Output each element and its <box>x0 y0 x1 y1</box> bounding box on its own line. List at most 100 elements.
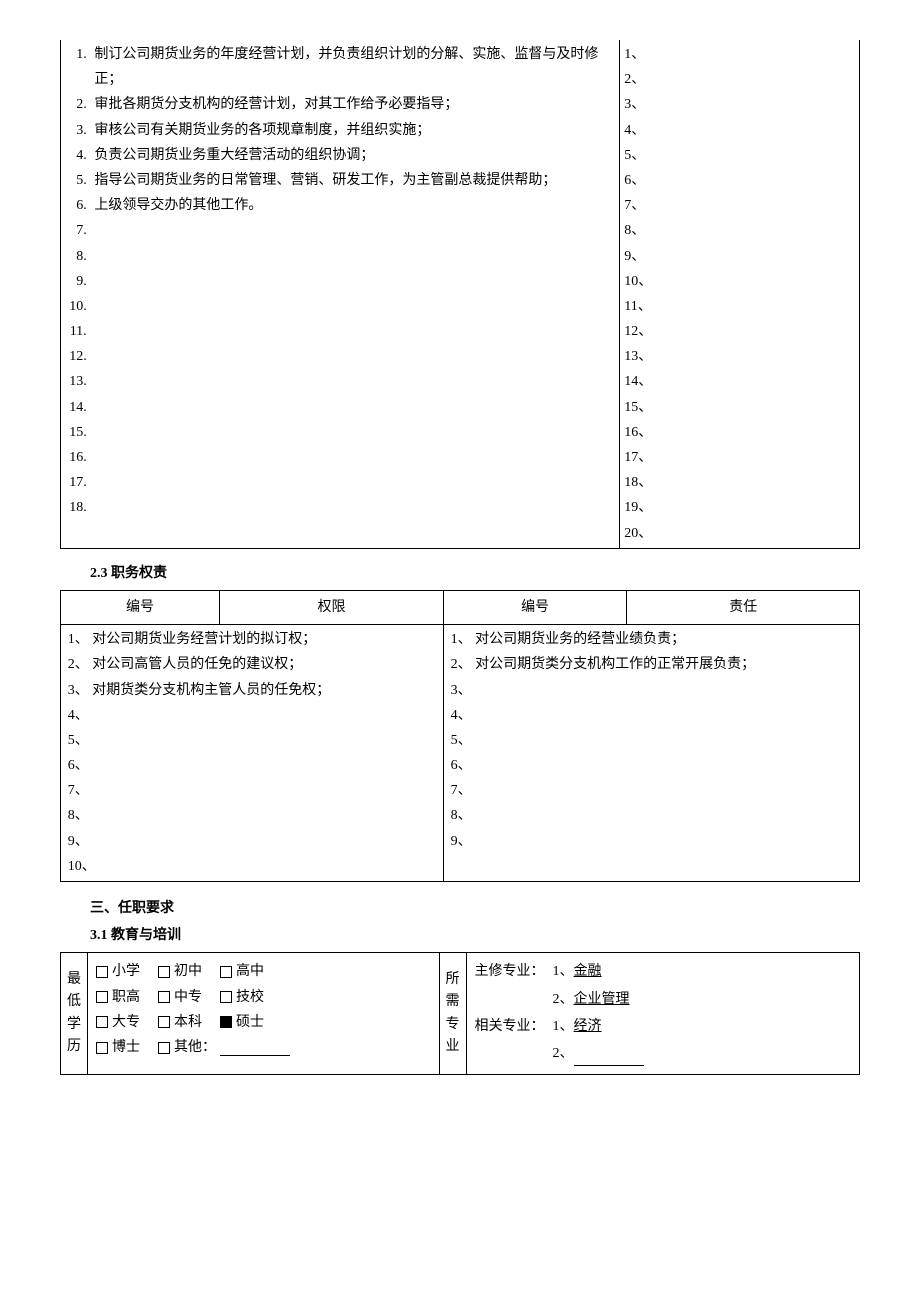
duties-left-item <box>90 218 615 243</box>
section-2-3-title: 2.3 职务权责 <box>90 561 860 586</box>
duties-right-item: 20、 <box>624 521 855 546</box>
duties-left-item <box>90 470 615 495</box>
responsibility-item: 4、 <box>451 703 855 728</box>
duties-left-item: 指导公司期货业务的日常管理、营销、研发工作，为主管副总裁提供帮助； <box>90 168 615 193</box>
checkbox-label: 博士 <box>112 1035 140 1060</box>
responsibility-item: 7、 <box>451 778 855 803</box>
checkbox-label: 本科 <box>174 1010 202 1035</box>
responsibility-item: 3、 <box>451 678 855 703</box>
main-major-2: 2、企业管理 <box>553 987 630 1012</box>
checkbox-label: 职高 <box>112 985 140 1010</box>
responsibility-item: 9、 <box>451 829 855 854</box>
checkbox-icon <box>96 1016 108 1028</box>
duties-left-item <box>90 445 615 470</box>
duties-right-item: 18、 <box>624 470 855 495</box>
responsibility-list: 1、 对公司期货业务的经营业绩负责；2、 对公司期货类分支机构工作的正常开展负责… <box>448 627 855 854</box>
duties-left-item <box>90 319 615 344</box>
duties-left-item: 审批各期货分支机构的经营计划，对其工作给予必要指导； <box>90 92 615 117</box>
duties-right-item: 14、 <box>624 369 855 394</box>
checkbox-label: 小学 <box>112 959 140 984</box>
responsibility-item: 6、 <box>451 753 855 778</box>
other-blank[interactable] <box>220 1039 290 1055</box>
authority-item: 3、 对期货类分支机构主管人员的任免权； <box>68 678 439 703</box>
authority-item: 2、 对公司高管人员的任免的建议权； <box>68 652 439 677</box>
col-header-responsibility: 责任 <box>627 590 860 624</box>
education-checkbox[interactable]: 中专 <box>158 985 202 1010</box>
duties-right-item: 5、 <box>624 143 855 168</box>
col-header-authority: 权限 <box>220 590 444 624</box>
checkbox-icon <box>220 991 232 1003</box>
duties-left-item <box>90 244 615 269</box>
related-major-label: 相关专业： <box>475 1014 545 1039</box>
checkbox-icon <box>158 1042 170 1054</box>
authority-list: 1、 对公司期货业务经营计划的拟订权；2、 对公司高管人员的任免的建议权；3、 … <box>65 627 439 879</box>
checkbox-icon <box>96 1042 108 1054</box>
duties-right-item: 15、 <box>624 395 855 420</box>
checkbox-label: 技校 <box>236 985 264 1010</box>
duties-left-item <box>90 294 615 319</box>
checkbox-icon <box>158 1016 170 1028</box>
duties-left-item <box>90 495 615 520</box>
required-major-label: 所需专业 <box>439 953 466 1075</box>
duties-left-item <box>90 420 615 445</box>
duties-right-item: 2、 <box>624 67 855 92</box>
duties-left-item <box>90 395 615 420</box>
duties-left-item: 制订公司期货业务的年度经营计划，并负责组织计划的分解、实施、监督与及时修正； <box>90 42 615 92</box>
education-checkbox[interactable]: 初中 <box>158 959 202 984</box>
duties-right-item: 13、 <box>624 344 855 369</box>
checkbox-label: 初中 <box>174 959 202 984</box>
related-major-1: 1、经济 <box>553 1014 602 1039</box>
main-major-1: 1、金融 <box>553 959 602 984</box>
checkbox-icon <box>96 991 108 1003</box>
education-checkbox[interactable]: 本科 <box>158 1010 202 1035</box>
education-checkbox[interactable]: 高中 <box>220 959 264 984</box>
duties-left-item <box>90 269 615 294</box>
authority-item: 1、 对公司期货业务经营计划的拟订权； <box>68 627 439 652</box>
checkbox-icon <box>220 966 232 978</box>
authority-item: 8、 <box>68 803 439 828</box>
responsibility-item: 8、 <box>451 803 855 828</box>
duties-right-item: 11、 <box>624 294 855 319</box>
checkbox-label: 硕士 <box>236 1010 264 1035</box>
related-major-2: 2、 <box>553 1041 644 1066</box>
education-checkbox-grid: 小学 初中 高中职高 中专 技校大专 本科 硕士博士 其他： <box>96 959 431 1060</box>
authority-item: 7、 <box>68 778 439 803</box>
duties-right-item: 8、 <box>624 218 855 243</box>
duties-left-item <box>90 369 615 394</box>
authority-item: 5、 <box>68 728 439 753</box>
education-checkbox[interactable]: 职高 <box>96 985 140 1010</box>
duties-right-item: 9、 <box>624 244 855 269</box>
education-checkbox[interactable]: 小学 <box>96 959 140 984</box>
education-checkbox-other[interactable]: 其他： <box>158 1035 290 1060</box>
duties-left-item: 审核公司有关期货业务的各项规章制度，并组织实施； <box>90 118 615 143</box>
checkbox-label: 大专 <box>112 1010 140 1035</box>
education-checkbox[interactable]: 博士 <box>96 1035 140 1060</box>
duties-right-item: 16、 <box>624 420 855 445</box>
duties-right-list: 1、2、3、4、5、6、7、8、9、10、11、12、13、14、15、16、1… <box>624 42 855 546</box>
responsibility-item: 5、 <box>451 728 855 753</box>
checkbox-label: 高中 <box>236 959 264 984</box>
education-checkbox[interactable]: 技校 <box>220 985 264 1010</box>
duties-right-item: 6、 <box>624 168 855 193</box>
section-3-title: 三、任职要求 <box>90 896 860 921</box>
checkbox-icon <box>158 991 170 1003</box>
checkbox-label: 其他： <box>174 1035 216 1060</box>
duties-right-item: 7、 <box>624 193 855 218</box>
authority-item: 10、 <box>68 854 439 879</box>
duties-right-item: 4、 <box>624 118 855 143</box>
authority-item: 9、 <box>68 829 439 854</box>
education-checkbox[interactable]: 大专 <box>96 1010 140 1035</box>
col-header-num-right: 编号 <box>443 590 626 624</box>
duties-right-item: 19、 <box>624 495 855 520</box>
duties-right-item: 1、 <box>624 42 855 67</box>
duties-right-item: 10、 <box>624 269 855 294</box>
education-checkbox[interactable]: 硕士 <box>220 1010 264 1035</box>
responsibility-item: 1、 对公司期货业务的经营业绩负责； <box>451 627 855 652</box>
checkbox-icon <box>220 1016 232 1028</box>
checkbox-label: 中专 <box>174 985 202 1010</box>
col-header-num-left: 编号 <box>61 590 220 624</box>
duties-left-list: 制订公司期货业务的年度经营计划，并负责组织计划的分解、实施、监督与及时修正；审批… <box>65 42 615 521</box>
authority-item: 4、 <box>68 703 439 728</box>
duties-right-item: 17、 <box>624 445 855 470</box>
authority-item: 6、 <box>68 753 439 778</box>
